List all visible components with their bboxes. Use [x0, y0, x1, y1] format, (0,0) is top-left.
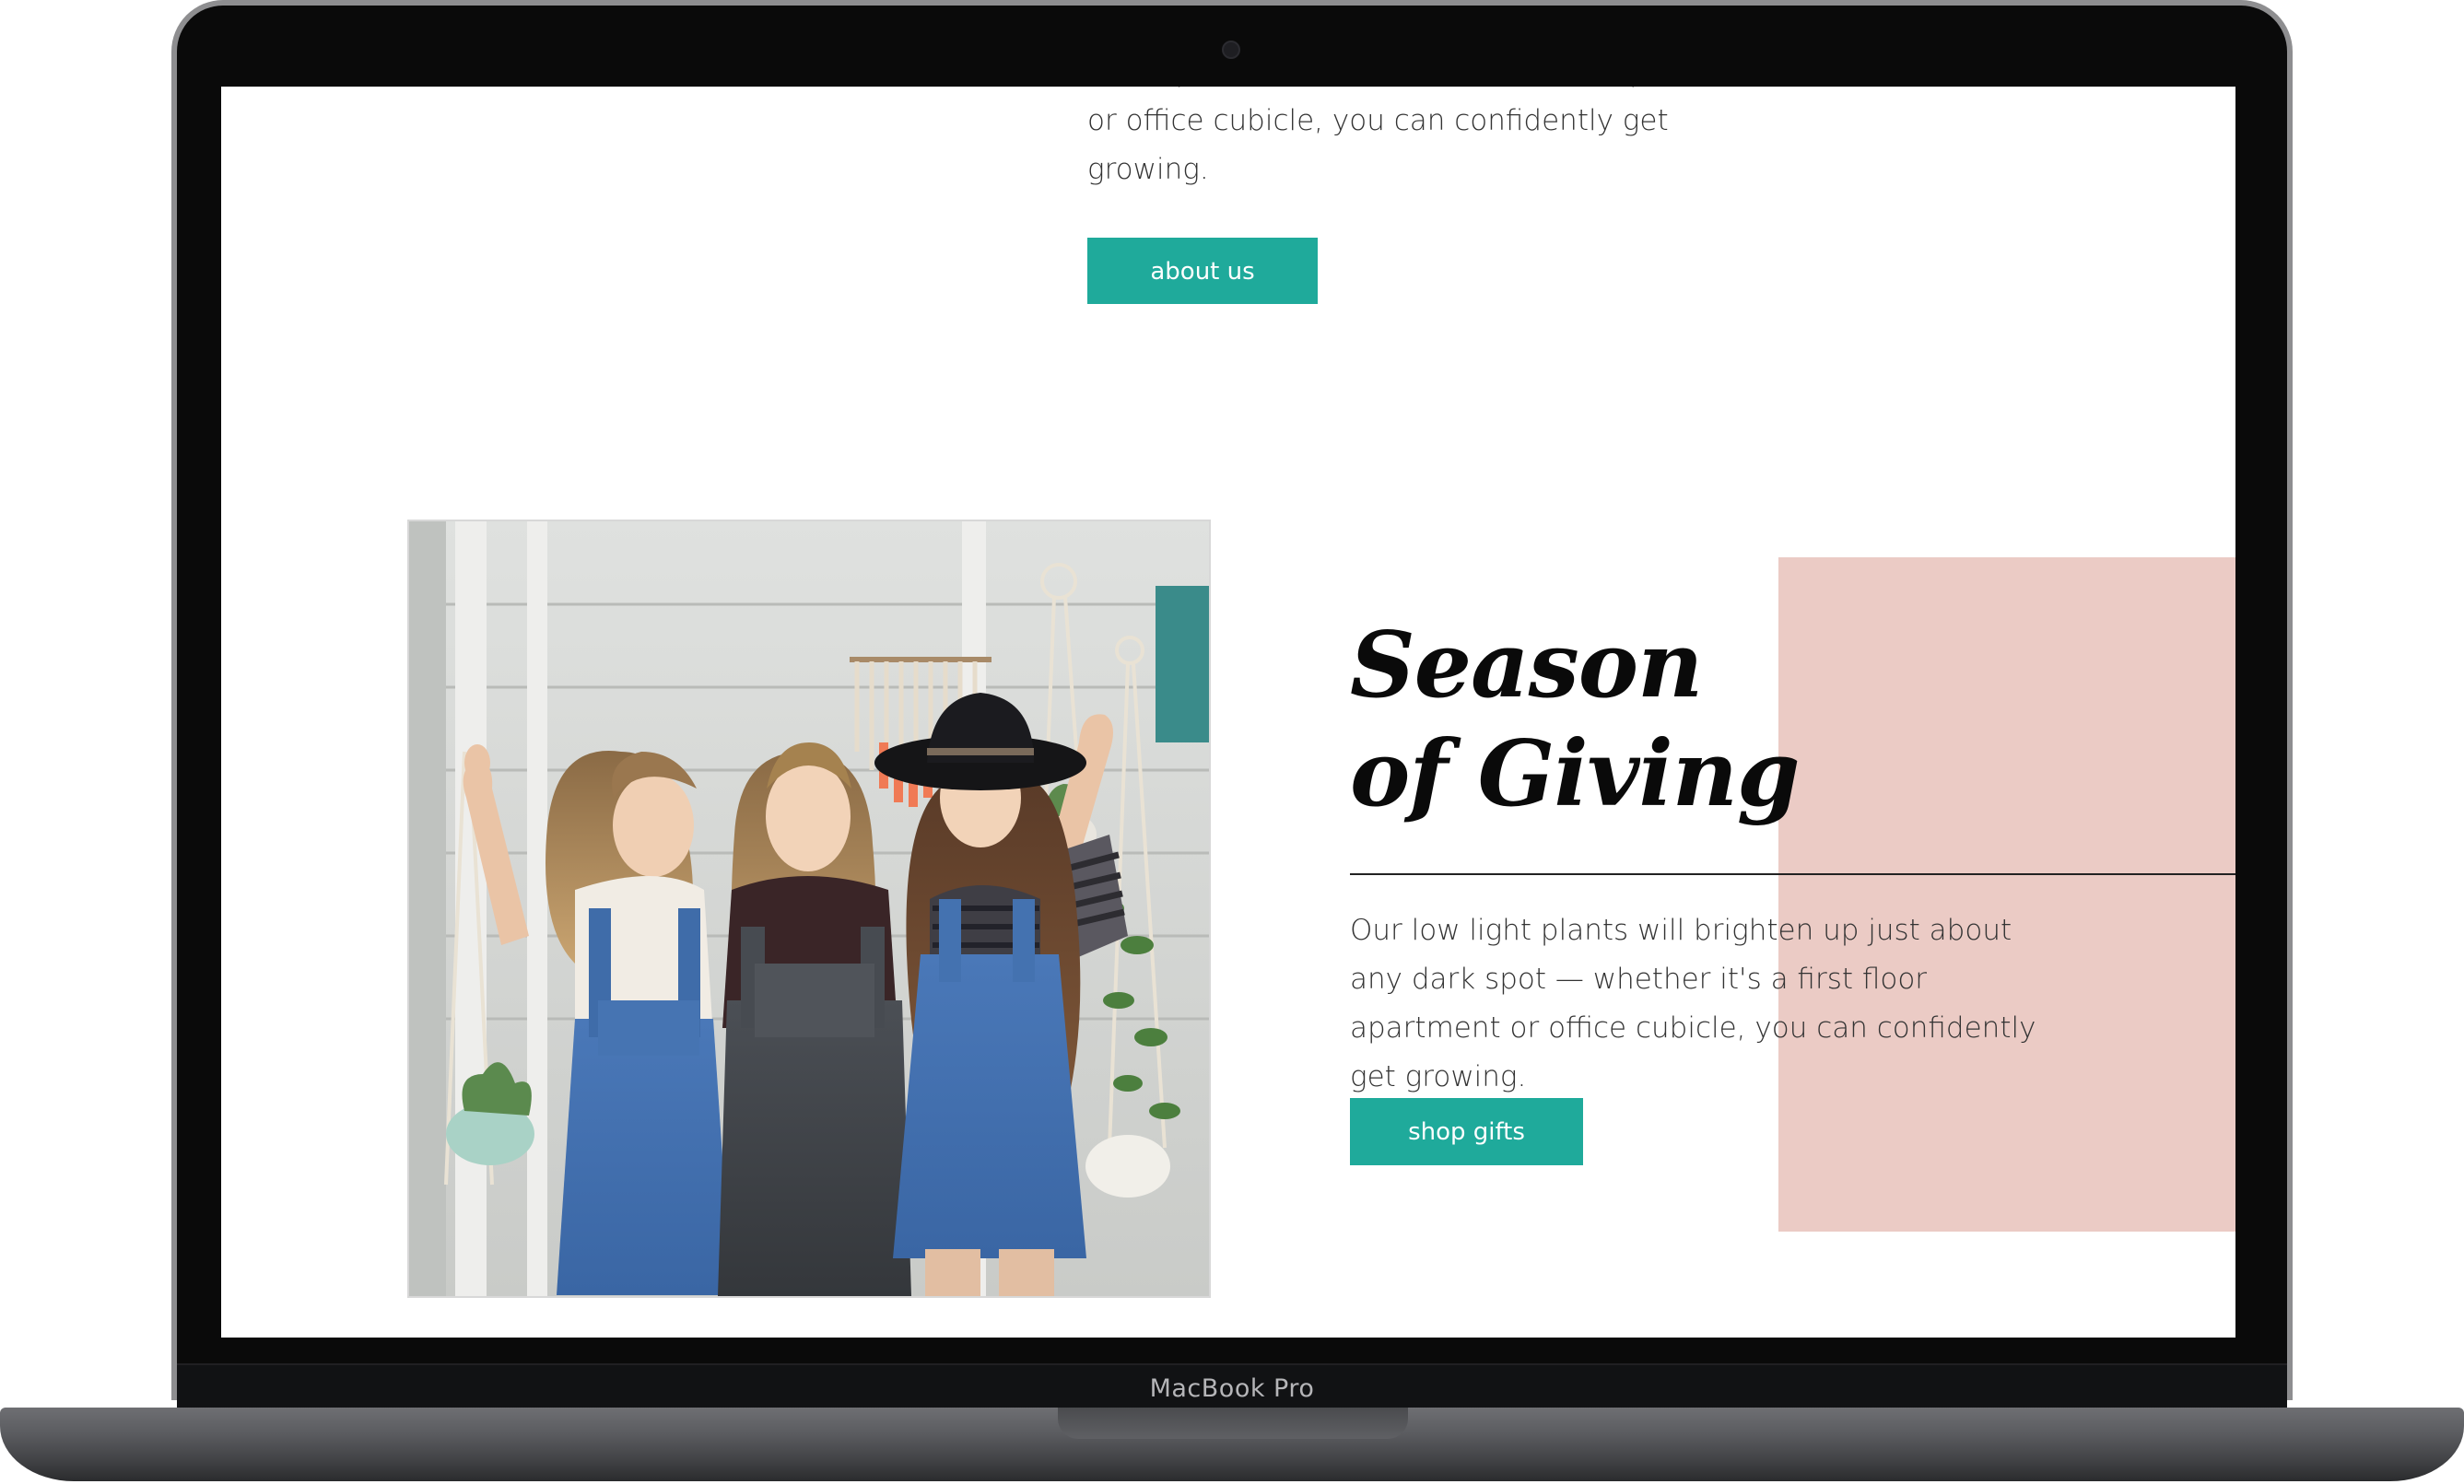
feature-paragraph: Our low light plants will brighten up ju… — [1350, 914, 2036, 1093]
laptop-mockup: dark spot — whether it's a first floor a… — [0, 0, 2464, 1484]
laptop-chin: MacBook Pro — [177, 1363, 2287, 1411]
heading-divider — [1350, 873, 2235, 875]
women-photo-illustration — [409, 521, 1209, 1296]
shop-gifts-button[interactable]: shop gifts — [1350, 1098, 1583, 1165]
device-label: MacBook Pro — [1149, 1374, 1315, 1403]
feature-photo — [407, 520, 1211, 1298]
feature-heading: Season of Giving — [1350, 612, 1801, 829]
laptop-lid-notch — [1058, 1408, 1408, 1439]
about-us-button[interactable]: about us — [1087, 238, 1318, 304]
intro-paragraph: dark spot — whether it's a first floor a… — [1087, 87, 1763, 186]
camera-icon — [1222, 41, 1240, 59]
browser-viewport: dark spot — whether it's a first floor a… — [221, 87, 2235, 1338]
heading-line-1: Season — [1350, 613, 1703, 719]
decorative-pink-block — [1778, 557, 2235, 1232]
heading-line-2: of Giving — [1350, 721, 1801, 827]
